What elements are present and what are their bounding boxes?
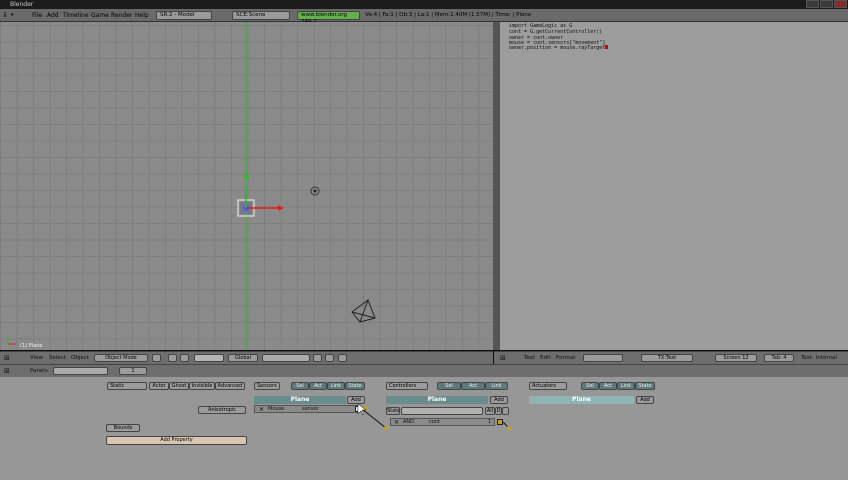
- sensor-controller-link: [361, 408, 387, 429]
- link-end-dot: [384, 426, 388, 430]
- mouse-pointer-icon: [357, 403, 367, 416]
- logic-links: [357, 403, 511, 430]
- link-end-dot: [507, 426, 511, 430]
